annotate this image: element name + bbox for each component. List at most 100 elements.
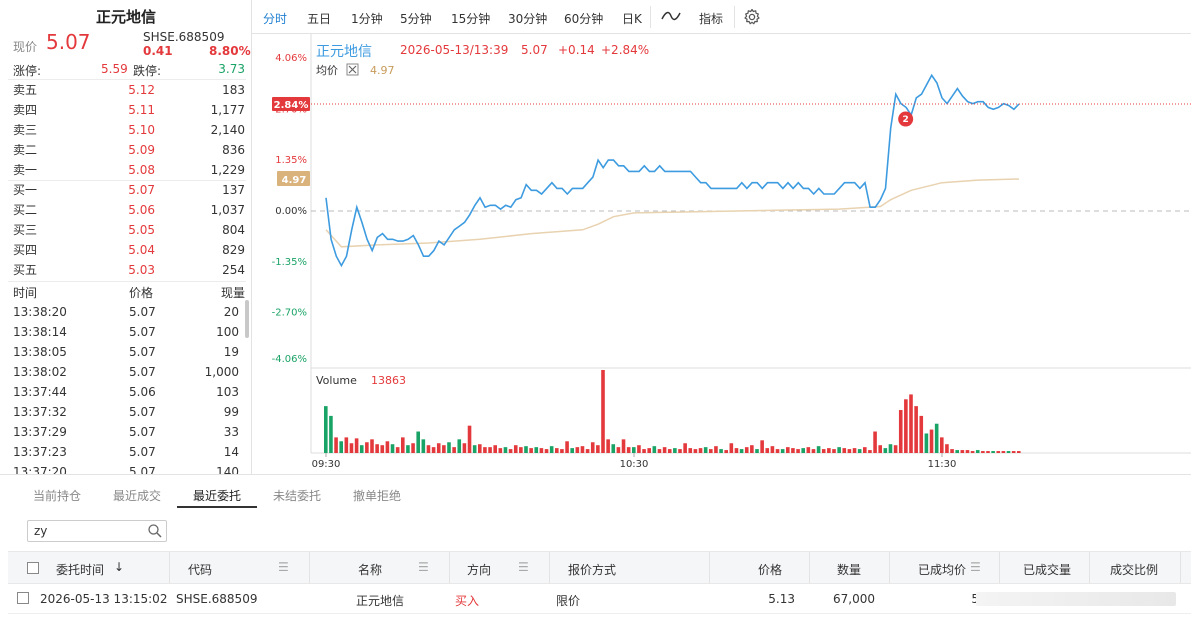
tab-period-7[interactable]: 日K [622, 10, 642, 27]
current-price: 5.07 [46, 30, 91, 54]
col-header-price[interactable]: 价格 [758, 561, 782, 578]
order-book-level: 卖二 [13, 143, 38, 157]
line-chart-icon[interactable] [660, 8, 682, 27]
trade-time: 13:38:20 [13, 305, 67, 319]
col-header-name[interactable]: 名称 [358, 561, 382, 578]
column-menu-icon[interactable]: ☰ [278, 560, 289, 574]
order-book-row[interactable]: 买三 5.05 804 [13, 220, 245, 240]
volume-bar [673, 448, 677, 453]
trade-price: 5.07 [129, 345, 156, 359]
order-book-row[interactable]: 卖四 5.11 1,177 [13, 100, 245, 120]
col-header-time[interactable]: 委托时间 [56, 561, 104, 578]
volume-bar [1001, 451, 1006, 453]
col-divider[interactable] [809, 552, 810, 583]
price-line [325, 73, 1020, 268]
col-header-avg-price[interactable]: 已成均价 [918, 561, 966, 578]
volume-bar [436, 443, 441, 453]
trade-price: 5.07 [129, 325, 156, 339]
search-input[interactable] [34, 523, 144, 539]
price-label: 现价 [13, 40, 38, 54]
col-header-filled-qty[interactable]: 已成交量 [1023, 561, 1071, 578]
sort-arrow-icon[interactable]: ↓ [114, 560, 124, 574]
column-menu-icon[interactable]: ☰ [418, 560, 429, 574]
col-header-direction[interactable]: 方向 [467, 561, 491, 578]
order-book-row[interactable]: 买五 5.03 254 [13, 260, 245, 280]
tab-period-5[interactable]: 30分钟 [508, 10, 547, 27]
indicator-button[interactable]: 指标 [699, 10, 723, 27]
trade-time: 13:37:23 [13, 445, 67, 459]
volume-label: Volume [316, 374, 357, 387]
volume-bar [940, 437, 944, 453]
col-divider[interactable] [999, 552, 1000, 583]
volume-bar [626, 447, 631, 453]
column-menu-icon[interactable]: ☰ [970, 560, 981, 574]
col-divider[interactable] [709, 552, 710, 583]
volume-bar [714, 446, 718, 453]
tab-period-1[interactable]: 五日 [307, 10, 331, 27]
volume-bar [488, 447, 492, 453]
trades-header-time: 时间 [13, 286, 38, 300]
search-icon[interactable] [147, 523, 163, 539]
volume-bar [344, 437, 349, 453]
tab-orders-0[interactable]: 当前持仓 [33, 487, 81, 504]
col-divider[interactable] [309, 552, 310, 583]
order-book-row[interactable]: 卖五 5.12 183 [13, 80, 245, 100]
intraday-chart[interactable]: 4.06%2.70%1.35%0.00%-1.35%-2.70%-4.06%09… [252, 34, 1191, 474]
volume-bar [467, 425, 472, 453]
tab-orders-2[interactable]: 最近委托 [193, 487, 241, 504]
order-book-row[interactable]: 卖一 5.08 1,229 [13, 160, 245, 180]
tab-orders-4[interactable]: 撤单拒绝 [353, 487, 401, 504]
avg-label: 均价 [316, 64, 338, 77]
chart-price: 5.07 [521, 43, 548, 57]
order-book-row[interactable]: 买二 5.06 1,037 [13, 200, 245, 220]
column-menu-icon[interactable]: ☰ [518, 560, 529, 574]
order-book-row[interactable]: 买一 5.07 137 [13, 180, 245, 200]
volume-bar [544, 449, 549, 453]
trade-row: 13:37:29 5.07 33 [13, 422, 245, 442]
volume-bar [508, 449, 513, 453]
col-divider[interactable] [1180, 552, 1181, 583]
col-header-code[interactable]: 代码 [188, 561, 212, 578]
volume-bar [519, 447, 523, 453]
gear-icon[interactable] [743, 8, 761, 29]
volume-bar [539, 448, 544, 453]
volume-bar [529, 448, 533, 453]
volume-bar [380, 445, 385, 453]
order-book-row[interactable]: 卖三 5.10 2,140 [13, 120, 245, 140]
search-box[interactable] [27, 520, 167, 542]
tab-period-4[interactable]: 15分钟 [451, 10, 490, 27]
col-divider[interactable] [449, 552, 450, 583]
col-header-fill-ratio[interactable]: 成交比例 [1110, 561, 1158, 578]
tab-orders-3[interactable]: 未结委托 [273, 487, 321, 504]
volume-bar [421, 439, 426, 453]
volume-bar [770, 446, 775, 453]
tab-period-0[interactable]: 分时 [263, 10, 287, 27]
trades-scrollbar[interactable] [245, 300, 249, 338]
col-divider[interactable] [889, 552, 890, 583]
volume-bar [637, 445, 641, 453]
col-divider[interactable] [1089, 552, 1090, 583]
tab-period-2[interactable]: 1分钟 [351, 10, 383, 27]
trade-price: 5.07 [129, 365, 156, 379]
trade-volume: 99 [223, 405, 239, 419]
order-book-row[interactable]: 买四 5.04 829 [13, 240, 245, 260]
volume-bar [472, 445, 477, 453]
order-book-row[interactable]: 卖二 5.09 836 [13, 140, 245, 160]
col-header-order-type[interactable]: 报价方式 [568, 561, 616, 578]
volume-bar [821, 449, 826, 453]
trade-price: 5.07 [129, 465, 156, 474]
tab-orders-1[interactable]: 最近成交 [113, 487, 161, 504]
tab-period-3[interactable]: 5分钟 [400, 10, 432, 27]
col-divider[interactable] [169, 552, 170, 583]
col-divider[interactable] [549, 552, 550, 583]
trades-header: 时间 价格 现量 [13, 283, 245, 303]
volume-bar [385, 441, 390, 453]
select-all-checkbox[interactable] [27, 562, 39, 574]
table-row[interactable]: 2026-05-13 13:15:02 SHSE.688509 正元地信 买入 … [8, 584, 1191, 614]
volume-bar [683, 443, 687, 453]
tab-period-6[interactable]: 60分钟 [564, 10, 603, 27]
col-header-quantity[interactable]: 数量 [837, 561, 861, 578]
trade-row: 13:37:23 5.07 14 [13, 442, 245, 462]
price-change-pct: 8.80% [209, 44, 251, 58]
row-checkbox[interactable] [17, 592, 29, 604]
